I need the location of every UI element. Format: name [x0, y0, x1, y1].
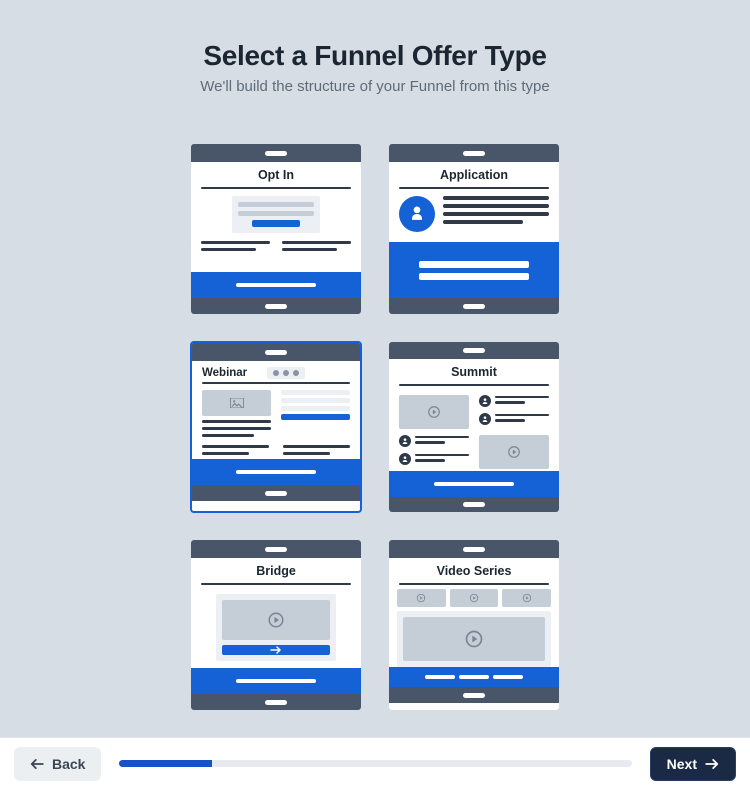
offer-card-optin[interactable]: Opt In	[190, 143, 362, 315]
card-blue-band	[389, 471, 559, 496]
card-title: Video Series	[437, 564, 512, 578]
avatar-icon	[399, 435, 411, 447]
card-bottom-bar	[389, 298, 559, 314]
avatar-icon	[479, 413, 491, 425]
play-icon	[399, 395, 469, 429]
card-top-bar	[191, 540, 361, 558]
card-top-bar	[389, 144, 559, 162]
arrow-right-icon	[222, 645, 330, 655]
card-top-bar	[389, 540, 559, 558]
play-icon	[397, 589, 446, 607]
play-icon	[502, 589, 551, 607]
play-icon	[450, 589, 499, 607]
avatar-icon	[399, 453, 411, 465]
play-icon	[479, 435, 549, 469]
progress-fill	[119, 760, 211, 767]
optin-form-preview	[232, 196, 320, 233]
card-bottom-bar	[389, 687, 559, 703]
next-button[interactable]: Next	[650, 747, 736, 781]
offer-card-summit[interactable]: Summit	[388, 341, 560, 513]
offer-type-grid: Opt In Application	[190, 143, 560, 711]
arrow-right-icon	[705, 758, 719, 770]
card-title: Summit	[451, 365, 497, 379]
card-form-band	[389, 242, 559, 298]
offer-card-bridge[interactable]: Bridge	[190, 539, 362, 711]
back-button-label: Back	[52, 756, 85, 772]
avatar-icon	[479, 395, 491, 407]
card-blue-band	[191, 668, 361, 694]
wizard-footer: Back Next	[0, 737, 750, 789]
next-button-label: Next	[667, 756, 697, 772]
card-blue-band	[389, 667, 559, 687]
page-title: Select a Funnel Offer Type	[203, 40, 546, 72]
card-title: Opt In	[258, 168, 294, 182]
offer-card-application[interactable]: Application	[388, 143, 560, 315]
card-top-bar	[191, 144, 361, 162]
arrow-left-icon	[30, 758, 44, 770]
card-bottom-bar	[191, 694, 361, 710]
card-top-bar	[192, 343, 360, 361]
card-bottom-bar	[389, 497, 559, 512]
back-button[interactable]: Back	[14, 747, 101, 781]
image-placeholder-icon	[202, 390, 271, 416]
card-title: Application	[440, 168, 508, 182]
progress-bar	[119, 760, 631, 767]
card-top-bar	[389, 342, 559, 359]
offer-card-webinar[interactable]: Webinar	[190, 341, 362, 513]
page-subtitle: We'll build the structure of your Funnel…	[200, 78, 549, 95]
play-icon	[403, 617, 545, 662]
play-icon	[222, 600, 330, 640]
card-title: Bridge	[256, 564, 296, 578]
dots-icon	[267, 367, 305, 379]
card-blue-band	[191, 272, 361, 298]
card-blue-band	[192, 459, 360, 485]
card-bottom-bar	[192, 485, 360, 501]
card-bottom-bar	[191, 298, 361, 314]
person-icon	[399, 196, 435, 232]
offer-card-video-series[interactable]: Video Series	[388, 539, 560, 711]
card-title: Webinar	[202, 367, 247, 379]
